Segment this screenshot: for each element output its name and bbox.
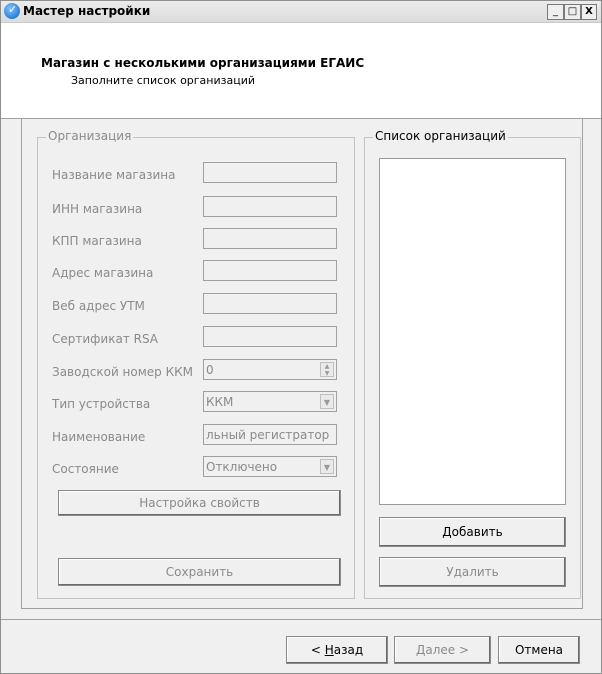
device-type-select[interactable]: ККМ ▼: [203, 391, 337, 412]
delete-button[interactable]: Удалить: [379, 557, 566, 587]
settings-button[interactable]: Настройка свойств: [58, 490, 341, 516]
state-label: Состояние: [52, 462, 119, 476]
add-button[interactable]: Добавить: [379, 517, 566, 547]
address-field[interactable]: [203, 260, 337, 281]
back-button[interactable]: < Назад: [286, 636, 388, 664]
device-name-label: Наименование: [52, 430, 146, 444]
chevron-down-icon[interactable]: ▼: [320, 459, 334, 474]
back-hotkey: Н: [324, 643, 334, 657]
close-button[interactable]: X: [581, 4, 597, 20]
back-label: азад: [333, 643, 364, 657]
state-value: Отключено: [206, 460, 278, 474]
utm-url-label: Веб адрес УТМ: [52, 299, 145, 313]
window-title: Мастер настройки: [23, 4, 151, 18]
wizard-header: Магазин с несколькими организациями ЕГАИ…: [1, 23, 601, 119]
kkm-serial-stepper[interactable]: 0 ▲ ▼: [203, 359, 337, 380]
cancel-button[interactable]: Отмена: [498, 636, 580, 664]
page-title: Магазин с несколькими организациями ЕГАИ…: [41, 56, 365, 70]
address-label: Адрес магазина: [52, 266, 154, 280]
rsa-cert-label: Сертификат RSA: [52, 332, 159, 346]
next-button[interactable]: Далее >: [394, 636, 491, 664]
next-label: алее >: [425, 643, 470, 657]
save-button[interactable]: Сохранить: [58, 558, 341, 586]
page-subtitle: Заполните список организаций: [71, 74, 256, 87]
device-type-label: Тип устройства: [52, 397, 151, 411]
inn-label: ИНН магазина: [52, 202, 143, 216]
back-prefix: <: [310, 643, 325, 657]
store-name-field[interactable]: [203, 162, 337, 183]
kpp-label: КПП магазина: [52, 234, 142, 248]
maximize-button[interactable]: □: [564, 4, 581, 20]
inn-field[interactable]: [203, 196, 337, 217]
device-type-value: ККМ: [206, 395, 234, 409]
next-hotkey: Д: [415, 643, 426, 657]
rsa-cert-field[interactable]: [203, 326, 337, 347]
org-list[interactable]: [379, 158, 566, 505]
wizard-window: ✓ Мастер настройки _ □ X Магазин с неско…: [0, 0, 602, 674]
organization-group: Организация Название магазина ИНН магази…: [37, 129, 355, 599]
spin-arrows-icon[interactable]: ▲ ▼: [320, 362, 334, 377]
app-icon: ✓: [4, 3, 20, 19]
state-select[interactable]: Отключено ▼: [203, 456, 337, 477]
title-bar[interactable]: ✓ Мастер настройки _ □ X: [1, 1, 601, 23]
store-name-label: Название магазина: [52, 168, 176, 182]
device-name-field[interactable]: льный регистратор: [203, 424, 337, 445]
organization-legend: Организация: [46, 129, 134, 143]
kpp-field[interactable]: [203, 228, 337, 249]
minimize-button[interactable]: _: [547, 4, 564, 20]
org-list-legend: Список организаций: [373, 129, 508, 143]
kkm-serial-value: 0: [206, 363, 214, 377]
kkm-serial-label: Заводской номер ККМ: [52, 365, 194, 379]
footer-divider: [1, 619, 601, 620]
utm-url-field[interactable]: [203, 293, 337, 314]
chevron-down-icon[interactable]: ▼: [320, 394, 334, 409]
